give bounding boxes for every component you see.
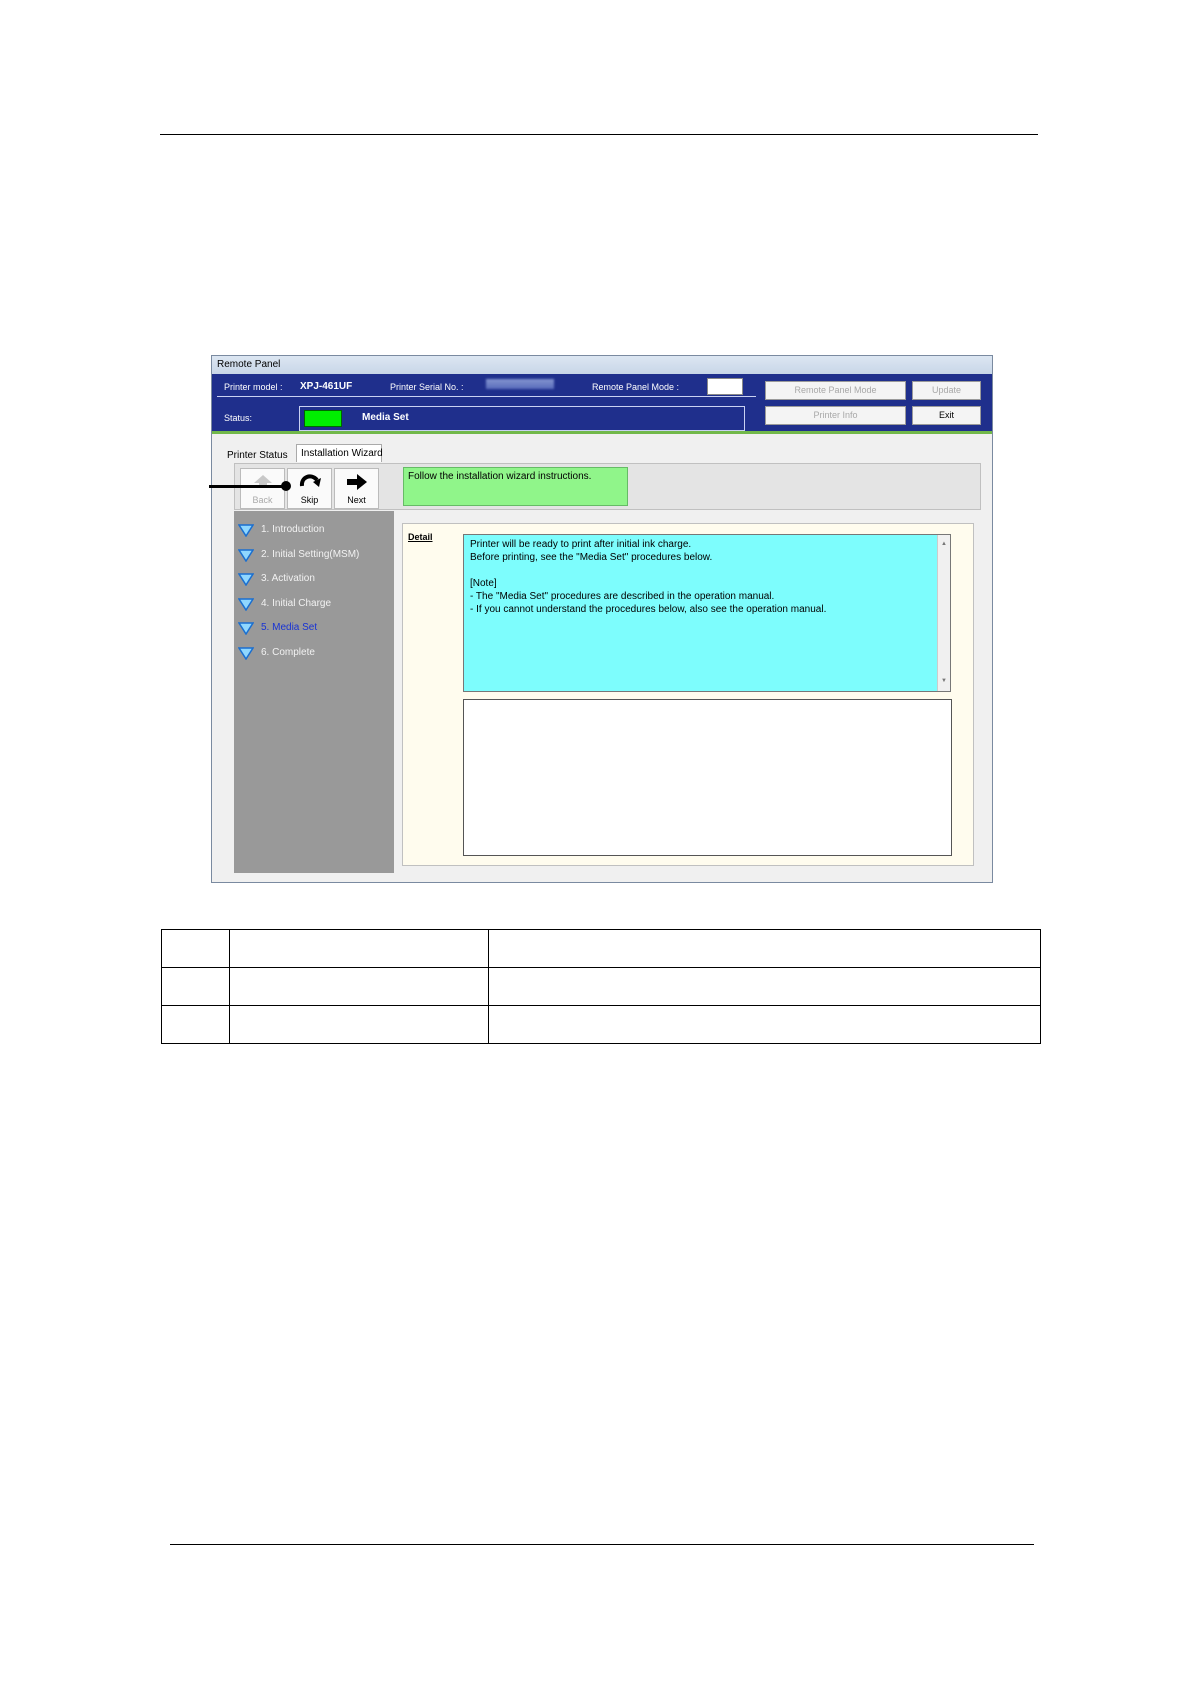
remote-mode-label: Remote Panel Mode : (592, 382, 680, 392)
next-arrow-icon (335, 469, 378, 495)
detail-line: - The "Media Set" procedures are describ… (470, 591, 775, 602)
back-button[interactable]: Back (240, 468, 285, 509)
table-row (161, 967, 1041, 1006)
skip-arrow-icon (288, 469, 331, 495)
step-triangle-icon (238, 646, 254, 660)
back-label: Back (252, 495, 273, 505)
table-cell (229, 967, 489, 1006)
callout-line (209, 485, 284, 488)
table-cell (161, 1005, 230, 1044)
remote-panel-window: Remote Panel Printer model : XPJ-461UF P… (211, 355, 993, 883)
detail-lines: Printer will be ready to print after ini… (470, 538, 944, 616)
wizard-steps-panel: 1. Introduction 2. Initial Setting(MSM) 3.… (234, 511, 394, 873)
table-cell (229, 1005, 489, 1044)
wizard-toolbar: Back Skip Next Follow the installation w… (234, 463, 981, 510)
scroll-down-icon[interactable]: ▼ (941, 675, 947, 688)
printer-model-value: XPJ-461UF (300, 381, 353, 392)
table-cell (488, 929, 1041, 968)
detail-label: Detail (408, 532, 433, 542)
detail-line: - If you cannot understand the procedure… (470, 604, 827, 615)
table-cell (229, 929, 489, 968)
step-label: 6. Complete (261, 646, 315, 658)
window-title: Remote Panel (212, 356, 992, 374)
status-led (304, 410, 342, 427)
detail-line: Before printing, see the "Media Set" pro… (470, 552, 713, 563)
step-label: 1. Introduction (261, 524, 325, 535)
top-rule (160, 134, 1038, 135)
printer-info-button[interactable]: Printer Info (765, 406, 906, 425)
detail-scrollbar[interactable]: ▲ ▼ (937, 535, 950, 691)
table-cell (161, 929, 230, 968)
bottom-rule (170, 1544, 1034, 1545)
step-label: 4. Initial Charge (261, 597, 332, 609)
step-triangle-icon (238, 548, 254, 562)
exit-button[interactable]: Exit (912, 406, 981, 425)
scroll-up-icon[interactable]: ▲ (941, 538, 947, 551)
update-button[interactable]: Update (912, 381, 981, 400)
step-triangle-icon (238, 622, 254, 635)
serial-value-redacted (486, 379, 554, 389)
next-label: Next (347, 495, 366, 505)
header-divider (217, 396, 756, 397)
step-label: 5. Media Set (261, 622, 318, 633)
status-panel: Media Set (299, 406, 745, 431)
remote-panel-mode-button[interactable]: Remote Panel Mode (765, 381, 906, 400)
status-label: Status: (224, 413, 253, 423)
callout-dot (281, 481, 291, 491)
detail-text-box[interactable]: Printer will be ready to print after ini… (463, 534, 951, 692)
detail-line (470, 564, 944, 577)
step-triangle-icon (238, 597, 254, 611)
detail-panel: Detail Printer will be ready to print af… (402, 523, 974, 866)
table-row (161, 929, 1041, 968)
next-button[interactable]: Next (334, 468, 379, 509)
procedure-area (463, 699, 952, 856)
table-row (161, 1005, 1041, 1044)
skip-label: Skip (300, 495, 319, 505)
table-cell (488, 967, 1041, 1006)
table-cell (161, 967, 230, 1006)
step-label: 2. Initial Setting(MSM) (261, 548, 360, 560)
back-arrow-icon (241, 469, 284, 495)
wizard-message: Follow the installation wizard instructi… (403, 467, 628, 506)
legend-table (161, 929, 1041, 1044)
printer-info-header: Printer model : XPJ-461UF Printer Serial… (212, 374, 992, 431)
step-triangle-icon (238, 524, 254, 537)
detail-line: Printer will be ready to print after ini… (470, 539, 692, 550)
header-accent-line (212, 431, 992, 434)
table-cell (488, 1005, 1041, 1044)
detail-line: [Note] (470, 578, 497, 589)
tab-installation-wizard[interactable]: Installation Wizard (296, 444, 383, 462)
serial-label: Printer Serial No. : (390, 382, 464, 392)
step-label: 3. Activation (261, 573, 315, 584)
printer-model-label: Printer model : (224, 382, 283, 392)
remote-mode-indicator (707, 378, 743, 395)
step-triangle-icon (238, 573, 254, 586)
status-value: Media Set (362, 412, 409, 423)
skip-button[interactable]: Skip (287, 468, 332, 509)
